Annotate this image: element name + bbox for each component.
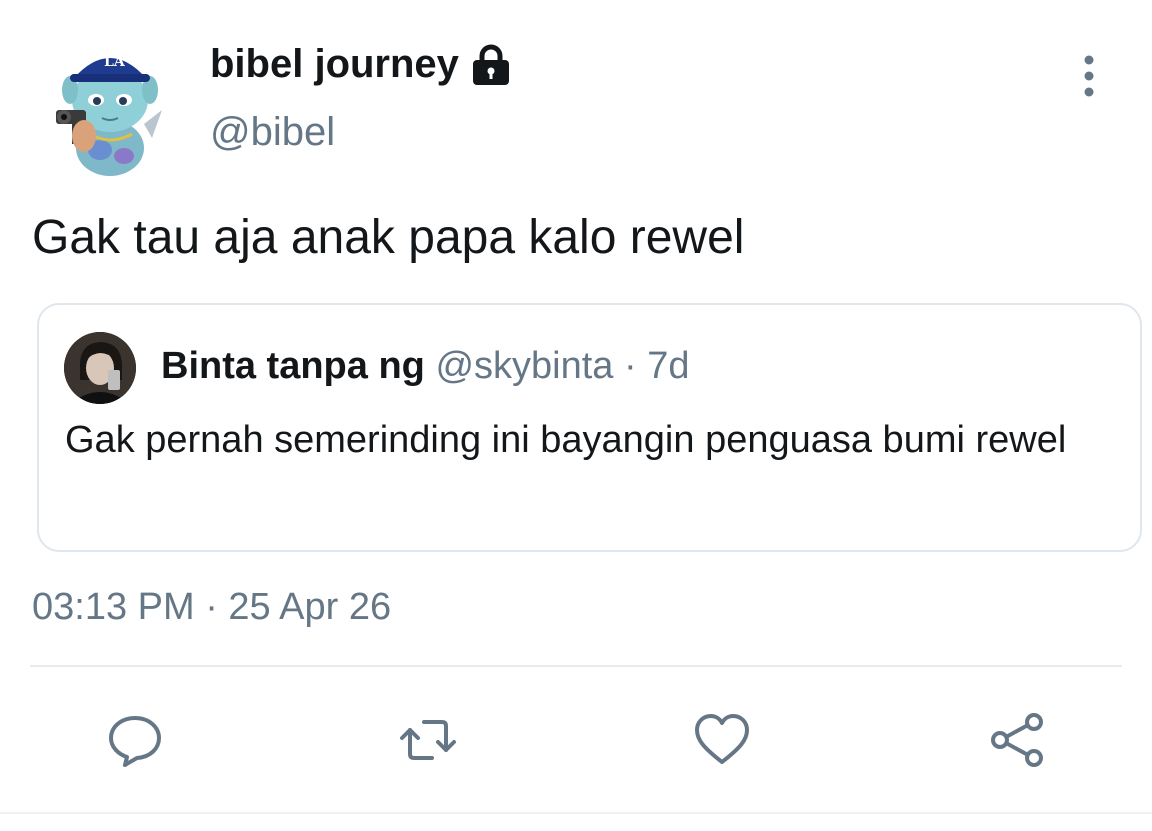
quoted-handle[interactable]: @skybinta (435, 345, 613, 387)
bottom-divider (0, 812, 1152, 814)
tweet-text: Gak tau aja anak papa kalo rewel (32, 211, 745, 264)
quoted-display-name[interactable]: Binta tanpa ng (161, 345, 425, 387)
quoted-separator: · (624, 345, 637, 387)
tweet-timestamp: 03:13 PM · 25 Apr 26 (32, 586, 392, 628)
svg-text:LA: LA (104, 54, 126, 70)
more-vertical-icon[interactable] (1074, 54, 1104, 98)
share-icon[interactable] (988, 710, 1048, 770)
heart-icon[interactable] (692, 710, 752, 770)
reply-icon[interactable] (105, 710, 165, 770)
author-avatar[interactable]: LA (52, 38, 162, 178)
quoted-time: 7d (647, 345, 690, 387)
lock-icon (469, 43, 513, 87)
author-display-name[interactable]: bibel journey (210, 42, 513, 87)
divider (30, 665, 1122, 667)
author-name-text[interactable]: bibel journey (210, 42, 459, 87)
quoted-tweet-card[interactable]: Binta tanpa ng @skybinta · 7d Gak pernah… (37, 303, 1142, 552)
quoted-author-avatar[interactable] (64, 332, 136, 404)
tweet-detail: LA bibel journey @bibel Gak tau aja anak… (0, 0, 1152, 831)
quoted-tweet-header: Binta tanpa ng @skybinta · 7d (161, 345, 690, 388)
retweet-icon[interactable] (398, 710, 458, 770)
author-handle[interactable]: @bibel (210, 110, 335, 155)
quoted-tweet-text: Gak pernah semerinding ini bayangin peng… (65, 419, 1067, 461)
